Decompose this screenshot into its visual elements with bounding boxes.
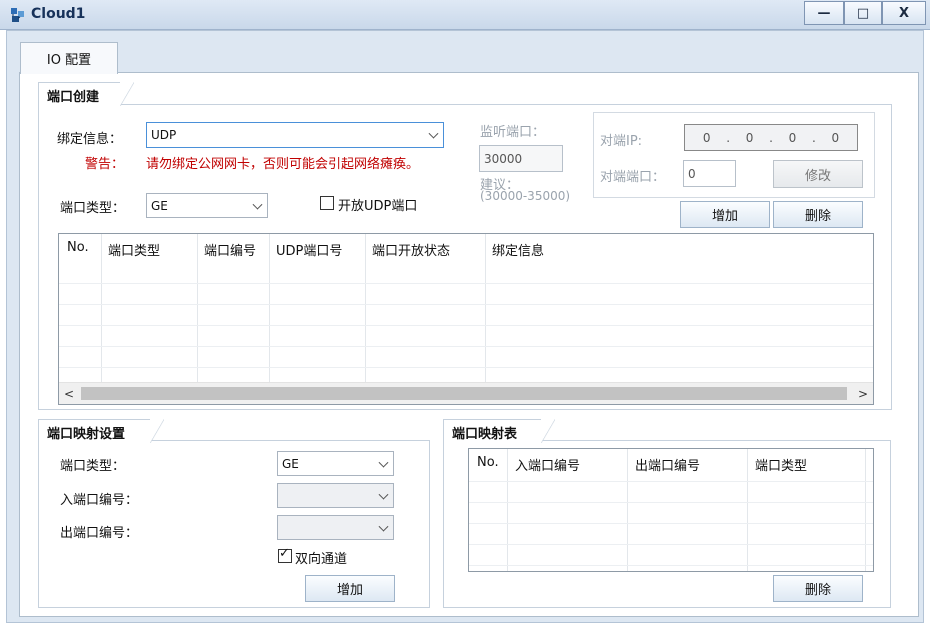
delete-port-button[interactable]: 删除	[773, 201, 863, 228]
chevron-down-icon	[378, 457, 389, 468]
add-mapping-button[interactable]: 增加	[305, 575, 395, 602]
ip-dot: .	[811, 130, 816, 145]
column-header-no[interactable]: No.	[59, 234, 89, 262]
port-create-title: 端口创建	[38, 82, 134, 106]
warning-text: 请勿绑定公网网卡，否则可能会引起网络瘫痪。	[146, 157, 420, 172]
bind-info-select[interactable]: UDP	[146, 122, 444, 148]
open-udp-checkbox[interactable]	[320, 196, 334, 210]
chevron-down-icon	[378, 521, 389, 532]
add-port-button[interactable]: 增加	[680, 201, 770, 228]
peer-ip-label: 对端IP:	[600, 134, 643, 149]
port-mapping-title: 端口映射设置	[38, 419, 164, 443]
row-divider	[59, 304, 873, 305]
maximize-button[interactable]: □	[844, 1, 882, 25]
column-header-port-type[interactable]: 端口类型	[100, 234, 160, 262]
row-divider	[59, 325, 873, 326]
map-port-type-value: GE	[282, 456, 299, 471]
row-divider	[59, 283, 873, 284]
column-header-in-port[interactable]: 入端口编号	[507, 449, 580, 477]
column-header-udp-port[interactable]: UDP端口号	[268, 234, 342, 262]
chevron-down-icon	[428, 128, 439, 139]
scroll-left-icon[interactable]: <	[59, 383, 79, 404]
in-port-select[interactable]	[277, 483, 394, 508]
row-divider	[469, 481, 873, 482]
mapping-table-title: 端口映射表	[443, 419, 555, 443]
bind-info-label: 绑定信息：	[57, 132, 123, 147]
cloud-app-icon	[11, 8, 24, 22]
row-divider	[469, 544, 873, 545]
column-divider	[101, 234, 102, 382]
horizontal-scrollbar[interactable]: < >	[59, 382, 873, 404]
column-header-out-port[interactable]: 出端口编号	[627, 449, 700, 477]
scroll-right-icon[interactable]: >	[853, 383, 873, 404]
open-udp-label: 开放UDP端口	[338, 199, 418, 214]
column-divider	[627, 449, 628, 571]
bind-info-value: UDP	[151, 128, 177, 142]
in-port-label: 入端口编号：	[60, 493, 139, 508]
peer-ip-octet-3: 0	[788, 130, 797, 145]
map-port-type-select[interactable]: GE	[277, 451, 394, 476]
column-divider	[865, 449, 866, 571]
minimize-icon: —	[817, 5, 831, 21]
column-header-port-type[interactable]: 端口类型	[747, 449, 807, 477]
chevron-down-icon	[252, 199, 263, 210]
suggest-range: (30000-35000)	[480, 189, 571, 203]
bidirectional-label: 双向通道	[295, 552, 348, 567]
peer-ip-octet-4: 0	[831, 130, 840, 145]
out-port-select[interactable]	[277, 515, 394, 540]
column-divider	[507, 449, 508, 571]
column-divider	[485, 234, 486, 382]
tab-io-config[interactable]: IO 配置	[20, 42, 118, 74]
column-header-open-state[interactable]: 端口开放状态	[364, 234, 450, 262]
peer-port-label: 对端端口：	[600, 170, 666, 185]
map-port-type-label: 端口类型：	[60, 459, 126, 474]
column-divider	[197, 234, 198, 382]
close-icon: X	[898, 5, 910, 21]
minimize-button[interactable]: —	[804, 1, 844, 25]
peer-ip-input[interactable]: 0. 0. 0. 0	[684, 124, 858, 151]
column-divider	[269, 234, 270, 382]
row-divider	[59, 367, 873, 368]
port-table[interactable]: No. 端口类型 端口编号 UDP端口号 端口开放状态 绑定信息 < >	[58, 233, 874, 405]
column-header-port-number[interactable]: 端口编号	[196, 234, 256, 262]
ip-dot: .	[769, 130, 773, 145]
row-divider	[59, 346, 873, 347]
warning-label: 警告：	[85, 157, 125, 172]
listen-port-label: 监听端口：	[480, 125, 546, 140]
bidirectional-checkbox[interactable]	[278, 546, 292, 563]
row-divider	[469, 565, 873, 566]
row-divider	[469, 523, 873, 524]
modify-button[interactable]: 修改	[773, 160, 863, 188]
close-button[interactable]: X	[882, 1, 926, 25]
window-title: Cloud1	[31, 6, 86, 22]
row-divider	[469, 502, 873, 503]
port-type-value: GE	[151, 198, 168, 213]
chevron-down-icon	[378, 489, 389, 500]
delete-mapping-button[interactable]: 删除	[773, 575, 863, 602]
listen-port-input[interactable]: 30000	[479, 145, 563, 172]
peer-ip-octet-1: 0	[702, 130, 711, 145]
mapping-table[interactable]: No. 入端口编号 出端口编号 端口类型	[468, 448, 874, 572]
maximize-icon: □	[856, 5, 870, 21]
peer-ip-octet-2: 0	[745, 130, 754, 145]
port-type-label: 端口类型：	[60, 201, 126, 216]
column-header-bind-info[interactable]: 绑定信息	[484, 234, 544, 262]
scrollbar-thumb[interactable]	[81, 387, 847, 400]
out-port-label: 出端口编号：	[60, 526, 139, 541]
port-type-select[interactable]: GE	[146, 193, 268, 218]
peer-port-input[interactable]: 0	[683, 160, 736, 187]
column-divider	[747, 449, 748, 571]
title-bar[interactable]	[0, 0, 930, 30]
column-header-no[interactable]: No.	[469, 449, 499, 477]
column-divider	[365, 234, 366, 382]
ip-dot: .	[726, 130, 731, 145]
